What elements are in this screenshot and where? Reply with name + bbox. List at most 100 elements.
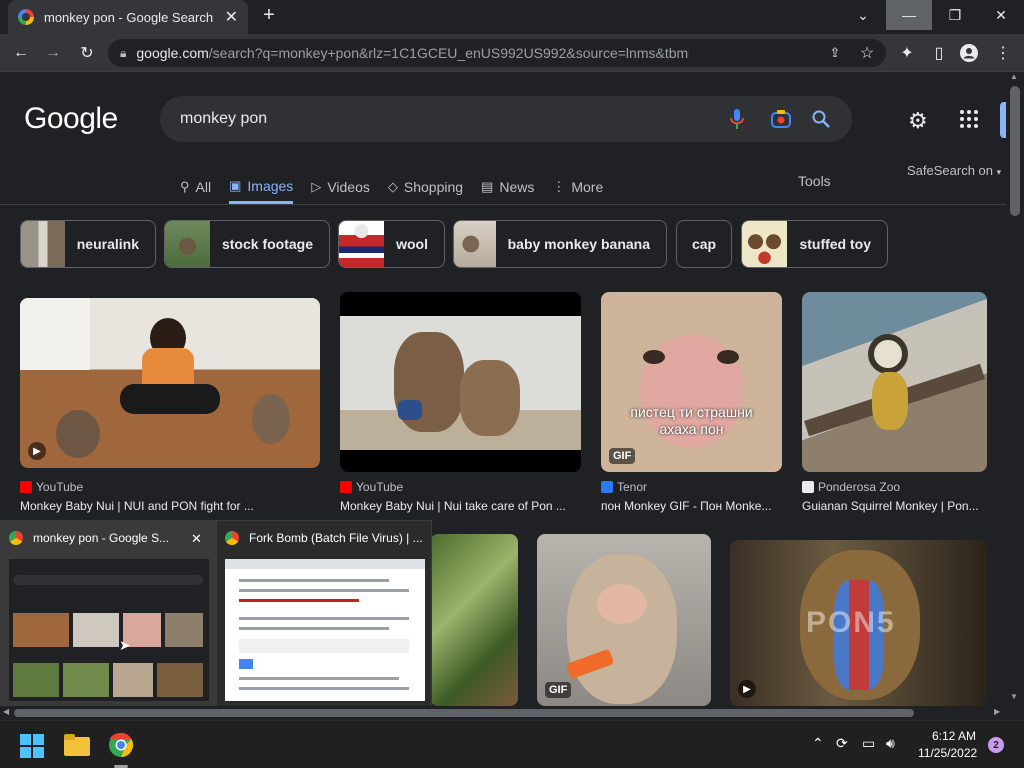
tools-button[interactable]: Tools [798, 173, 831, 189]
windows-taskbar: ⌃ ⟳ ▭ 🔊︎ 6:12 AM 11/25/2022 2 [0, 720, 1024, 768]
mini-thumb [113, 663, 153, 697]
chip-stuffed-toy[interactable]: stuffed toy [741, 220, 888, 268]
clock[interactable]: 6:12 AM 11/25/2022 [918, 729, 977, 760]
scroll-down-arrow-icon[interactable]: ▼ [1010, 692, 1018, 701]
search-tabs: ⚲ All ▣ Images ▷ Videos ◇ Shopping ▤ News ⋮ Mo… [180, 170, 621, 204]
tab-shopping[interactable]: ◇ Shopping [388, 170, 463, 204]
result-caption[interactable]: Monkey Baby Nui | NUI and PON fight for … [20, 499, 320, 513]
chip-baby-monkey-banana[interactable]: baby monkey banana [453, 220, 667, 268]
chip-wool[interactable]: wool [338, 220, 445, 268]
tab-label: More [571, 179, 604, 195]
tab-news[interactable]: ▤ News [481, 170, 534, 204]
back-arrow-icon[interactable]: ← [10, 42, 32, 64]
safesearch-toggle[interactable]: SafeSearch on ▾ [907, 163, 1001, 178]
tab-title: monkey pon - Google Search [44, 9, 214, 25]
volume-icon[interactable]: 🔊︎ [886, 735, 895, 752]
browser-tab[interactable]: monkey pon - Google Search ✕ [8, 0, 248, 34]
search-icon[interactable] [810, 108, 832, 130]
minimize-button[interactable]: — [886, 0, 932, 30]
google-logo[interactable]: Google [24, 102, 118, 136]
tab-more[interactable]: ⋮ More [552, 170, 603, 204]
chrome-menu-icon[interactable]: ⋮ [992, 42, 1014, 64]
chip-label: baby monkey banana [507, 236, 650, 252]
tab-all[interactable]: ⚲ All [180, 170, 211, 204]
network-icon[interactable]: ▭ [862, 735, 875, 752]
news-icon: ▤ [481, 179, 494, 194]
restore-button[interactable]: ❐ [932, 0, 978, 30]
profile-avatar-icon[interactable] [958, 42, 980, 64]
monkey-eye-shape [643, 350, 665, 364]
source-label: YouTube [36, 480, 84, 494]
file-explorer-icon[interactable] [64, 734, 90, 761]
scroll-right-arrow-icon[interactable]: ▶ [994, 707, 1000, 716]
mini-tabbar [225, 559, 425, 569]
chip-stock-footage[interactable]: stock footage [164, 220, 330, 268]
tab-strip: monkey pon - Google Search ✕ + ⌄ — ❐ ✕ [0, 0, 1024, 34]
chip-label: neuralink [76, 236, 139, 252]
google-lens-icon[interactable] [770, 108, 792, 130]
notification-badge[interactable]: 2 [988, 737, 1004, 753]
close-tab-icon[interactable]: ✕ [225, 7, 238, 27]
address-bar[interactable]: 🔒︎ google.com /search?q=monkey+pon&rlz=1… [108, 39, 886, 67]
horizontal-scrollbar[interactable]: ◀ ▶ [0, 706, 1006, 720]
google-favicon-icon [18, 9, 34, 25]
chip-neuralink[interactable]: neuralink [20, 220, 156, 268]
tab-videos[interactable]: ▷ Videos [311, 170, 370, 204]
mini-thumb [13, 663, 59, 697]
scroll-left-arrow-icon[interactable]: ◀ [3, 707, 9, 716]
result-caption[interactable]: пон Monkey GIF - Пон Monke... [601, 499, 782, 513]
close-window-button[interactable]: ✕ [978, 0, 1024, 30]
chip-thumbnail [21, 221, 65, 267]
mini-searchbox [13, 575, 203, 585]
chrome-icon [225, 531, 239, 545]
youtube-icon [20, 481, 32, 493]
result-caption[interactable]: Monkey Baby Nui | Nui take care of Pon .… [340, 499, 581, 513]
sync-icon[interactable]: ⟳ [836, 735, 848, 752]
tabs-divider [0, 204, 1006, 205]
search-input[interactable]: monkey pon [160, 96, 852, 142]
close-preview-icon[interactable]: ✕ [191, 531, 202, 547]
forward-arrow-icon[interactable]: → [42, 42, 64, 64]
new-tab-button[interactable]: + [252, 0, 286, 30]
bookmark-star-icon[interactable]: ☆ [856, 42, 878, 64]
more-icon: ⋮ [552, 179, 566, 194]
preview-window[interactable]: Fork Bomb (Batch File Virus) | ... [217, 521, 433, 709]
voice-search-mic-icon[interactable] [726, 108, 748, 130]
windows-start-icon[interactable] [20, 734, 44, 763]
share-icon[interactable]: ⇪ [824, 42, 846, 64]
side-panel-icon[interactable]: ▯ [928, 42, 950, 64]
monkey-body-shape [567, 554, 677, 704]
scrollbar-thumb[interactable] [14, 709, 914, 717]
browser-toolbar: ← → ↻ 🔒︎ google.com /search?q=monkey+pon… [0, 34, 1024, 72]
apps-grid-icon[interactable] [960, 110, 978, 133]
settings-gear-icon[interactable]: ⚙ [908, 108, 928, 134]
result-thumbnail [430, 534, 518, 706]
vertical-scrollbar[interactable]: ▲ ▼ [1006, 72, 1024, 706]
mini-text-line [239, 687, 409, 690]
result-caption[interactable]: Guianan Squirrel Monkey | Pon... [802, 499, 987, 513]
preview-window[interactable]: monkey pon - Google S... ✕ ➤ [1, 521, 217, 709]
chip-label: cap [691, 236, 717, 252]
chip-thumbnail [742, 221, 788, 267]
chrome-taskbar-icon[interactable] [108, 732, 134, 763]
monkey-body-shape [872, 372, 908, 430]
play-icon: ▶ [738, 680, 756, 698]
mini-text-line [239, 599, 359, 602]
scrollbar-thumb[interactable] [1010, 86, 1020, 216]
lock-icon: 🔒︎ [120, 45, 127, 60]
source-label: Tenor [617, 480, 648, 494]
result-thumbnail: GIF [537, 534, 711, 706]
tab-images[interactable]: ▣ Images [229, 170, 294, 204]
extensions-puzzle-icon[interactable]: ✦ [896, 42, 918, 64]
person-legs-shape [120, 384, 220, 414]
chip-thumbnail [165, 221, 210, 267]
chevron-up-icon[interactable]: ⌃ [812, 735, 824, 752]
stock-watermark: PON5 [806, 606, 896, 639]
monkey-face-shape [597, 584, 647, 624]
chip-cap[interactable]: cap [676, 220, 732, 268]
chip-label: stuffed toy [799, 236, 871, 252]
reload-icon[interactable]: ↻ [76, 42, 98, 64]
tab-search-chevron-icon[interactable]: ⌄ [840, 0, 886, 30]
scroll-up-arrow-icon[interactable]: ▲ [1010, 72, 1018, 81]
mini-text-line [239, 627, 389, 630]
